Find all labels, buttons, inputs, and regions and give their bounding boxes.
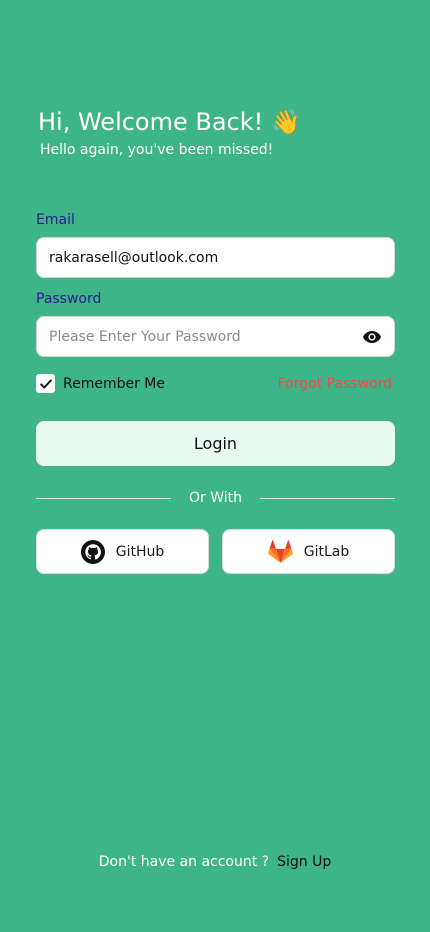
remember-me-label: Remember Me xyxy=(63,375,165,392)
page-title: Hi, Welcome Back! 👋 xyxy=(38,108,301,136)
gitlab-label: GitLab xyxy=(303,543,350,560)
password-field[interactable]: Please Enter Your Password xyxy=(36,316,395,357)
signup-prompt: Don't have an account ? Sign Up xyxy=(0,854,430,870)
github-label: GitHub xyxy=(115,543,165,560)
or-with-divider: Or With xyxy=(36,488,395,508)
gitlab-icon xyxy=(267,539,293,564)
page-subtitle: Hello again, you've been missed! xyxy=(40,142,274,158)
eye-icon[interactable] xyxy=(362,330,382,344)
email-label: Email xyxy=(36,212,75,228)
github-button[interactable]: GitHub xyxy=(36,529,209,574)
login-button[interactable]: Login xyxy=(36,421,395,466)
title-text: Hi, Welcome Back! xyxy=(38,108,264,136)
gitlab-button[interactable]: GitLab xyxy=(222,529,395,574)
checkmark-icon xyxy=(39,379,52,388)
github-icon xyxy=(80,539,105,564)
divider-line-left xyxy=(36,497,171,499)
signup-link[interactable]: Sign Up xyxy=(277,854,331,870)
email-field[interactable]: rakarasell@outlook.com xyxy=(36,237,395,278)
remember-me-toggle[interactable]: Remember Me xyxy=(36,374,165,393)
signup-question: Don't have an account ? xyxy=(98,854,270,870)
divider-line-right xyxy=(260,497,395,499)
password-placeholder: Please Enter Your Password xyxy=(49,328,241,345)
forgot-password-link[interactable]: Forgot Password xyxy=(278,376,392,392)
remember-me-checkbox[interactable] xyxy=(36,374,55,393)
password-label: Password xyxy=(36,291,102,307)
divider-label: Or With xyxy=(188,490,242,506)
email-value: rakarasell@outlook.com xyxy=(49,249,219,266)
waving-hand-emoji: 👋 xyxy=(271,108,302,136)
login-screen: Hi, Welcome Back! 👋 Hello again, you've … xyxy=(0,0,430,932)
